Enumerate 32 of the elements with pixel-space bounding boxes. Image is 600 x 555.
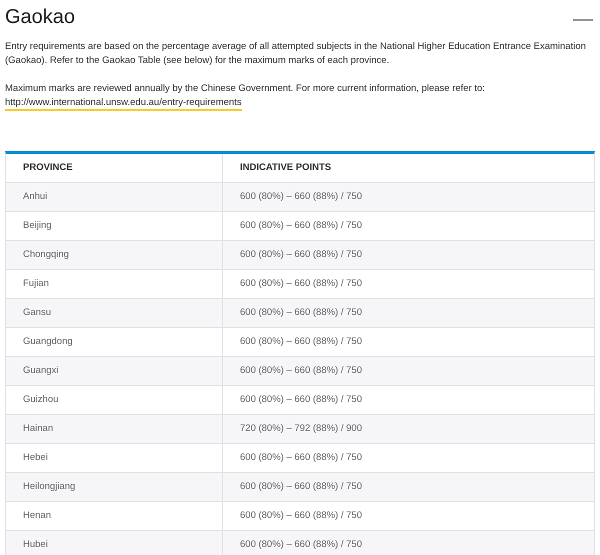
column-header: INDICATIVE POINTS (240, 160, 332, 175)
link[interactable]: http://www.international.unsw.edu.au/entry-requirements (5, 97, 242, 111)
table-cell-text: Fujian (23, 276, 49, 291)
table-cell-text: Anhui (23, 190, 48, 204)
table-cell-text: 720 (80%) – 792 (88%) / 900 (240, 422, 362, 436)
table-cell-text: 600 (80%) – 660 (88%) / 750 (240, 392, 362, 407)
table-cell-text: 600 (80%) – 660 (88%) / 750 (240, 306, 362, 320)
table-cell-text: Chongqing (23, 248, 69, 262)
table-cell-text: Gansu (23, 306, 51, 320)
table-cell-text: 600 (80%) – 660 (88%) / 750 (240, 450, 362, 465)
table-cell-text: 600 (80%) – 660 (88%) / 750 (240, 276, 362, 291)
table-cell-text: Hubei (23, 538, 48, 552)
table-cell-text: Hebei (23, 450, 48, 465)
table-cell-text: 600 (80%) – 660 (88%) / 750 (240, 218, 362, 233)
table-cell-text: Heilongjiang (23, 480, 76, 494)
table-cell-text: Hainan (23, 422, 54, 436)
table-cell-text: Guangdong (23, 334, 73, 349)
section-title: Gaokao (5, 5, 76, 30)
table-cell-text: Henan (23, 508, 51, 523)
table-cell-text: 600 (80%) – 660 (88%) / 750 (240, 480, 362, 494)
table-cell-text: Guangxi (23, 364, 58, 378)
table-cell-text: 600 (80%) – 660 (88%) / 750 (240, 508, 362, 523)
table-cell-text: 600 (80%) – 660 (88%) / 750 (240, 190, 362, 204)
table-cell-text: Beijing (23, 218, 52, 233)
paragraph: Maximum marks are reviewed annually by the Chinese Government. For more current information, please refer to: (5, 82, 486, 96)
table-cell-text: Guizhou (23, 392, 58, 407)
table-cell-text: 600 (80%) – 660 (88%) / 750 (240, 538, 362, 552)
table-cell-text: 600 (80%) – 660 (88%) / 750 (240, 334, 362, 349)
table-cell-text: 600 (80%) – 660 (88%) / 750 (240, 364, 362, 378)
paragraph: Entry requirements are based on the percentage average of all attempted subjects in the National Higher Education Entrance Examination (Gaokao). Refer to the Gaokao Table (see below) for the maximum marks of each province. (5, 40, 587, 68)
column-header: PROVINCE (23, 160, 73, 175)
table-cell-text: 600 (80%) – 660 (88%) / 750 (240, 248, 362, 262)
